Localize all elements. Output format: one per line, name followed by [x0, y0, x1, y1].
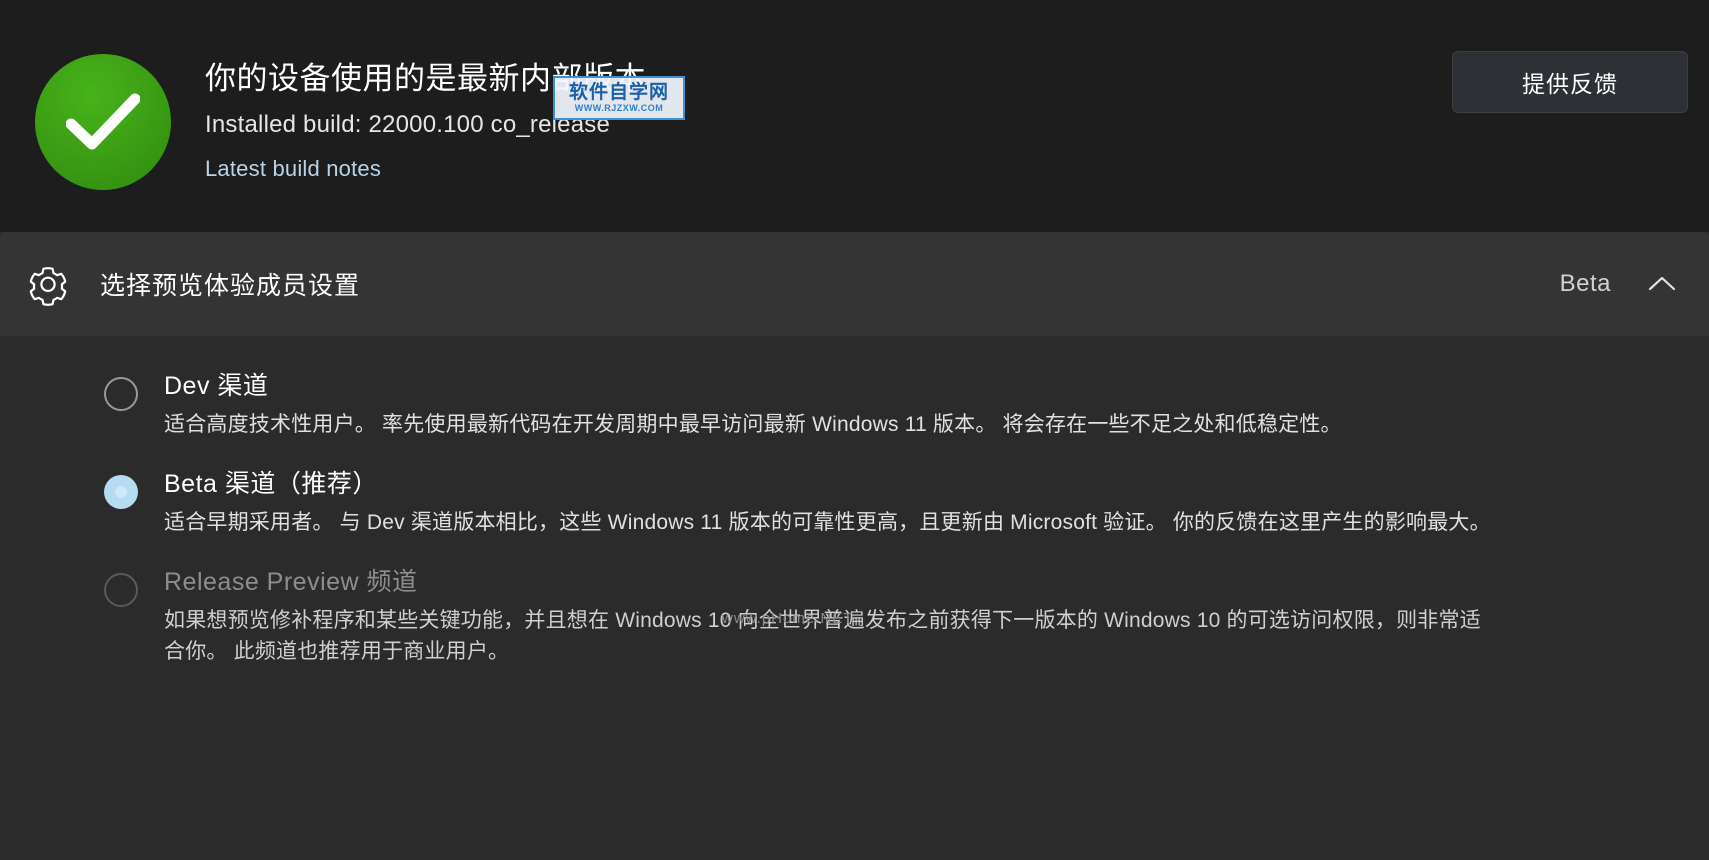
insider-settings-title: 选择预览体验成员设置 — [100, 272, 361, 300]
channel-title-beta: Beta 渠道（推荐） — [164, 470, 378, 499]
channel-title-release-preview: Release Preview 频道 — [164, 568, 418, 597]
channel-option-dev-text: Dev 渠道 适合高度技术性用户。 率先使用最新代码在开发周期中最早访问最新 W… — [164, 372, 1669, 440]
channel-title-dev: Dev 渠道 — [164, 372, 269, 400]
channel-options-list: Dev 渠道 适合高度技术性用户。 率先使用最新代码在开发周期中最早访问最新 W… — [0, 336, 1709, 667]
gear-icon — [22, 262, 74, 306]
selected-channel-value: Beta — [1559, 270, 1611, 297]
latest-build-notes-link[interactable]: Latest build notes — [205, 156, 381, 182]
channel-option-release-preview-text: Release Preview 频道 如果想预览修补程序和某些关键功能，并且想在… — [164, 568, 1669, 667]
radio-beta-inner-dot — [112, 483, 130, 502]
update-status-banner: 你的设备使用的是最新内部版本 Installed build: 22000.10… — [0, 0, 1709, 232]
status-icon-container — [0, 46, 205, 190]
chevron-up-icon[interactable] — [1647, 275, 1677, 293]
installed-build-text: Installed build: 22000.100 co_release — [205, 110, 611, 138]
watermark-rjzxw-line1: 软件自学网 — [568, 82, 669, 103]
radio-release-preview — [104, 573, 138, 608]
watermark-rjzxw: 软件自学网 WWW.RJZXW.COM — [553, 76, 685, 120]
settings-page: 你的设备使用的是最新内部版本 Installed build: 22000.10… — [0, 0, 1709, 860]
channel-option-release-preview: Release Preview 频道 如果想预览修补程序和某些关键功能，并且想在… — [0, 568, 1709, 667]
watermark-phome: www.pHome.NET — [722, 610, 854, 627]
radio-dev[interactable] — [104, 377, 138, 411]
provide-feedback-button[interactable]: 提供反馈 — [1452, 51, 1688, 113]
channel-option-dev[interactable]: Dev 渠道 适合高度技术性用户。 率先使用最新代码在开发周期中最早访问最新 W… — [0, 372, 1709, 440]
insider-settings-header[interactable]: 选择预览体验成员设置 Beta — [0, 232, 1709, 336]
green-check-circle-icon — [34, 54, 171, 190]
channel-description-beta: 适合早期采用者。 与 Dev 渠道版本相比，这些 Windows 11 版本的可… — [164, 510, 1491, 534]
channel-option-beta-text: Beta 渠道（推荐） 适合早期采用者。 与 Dev 渠道版本相比，这些 Win… — [164, 470, 1669, 538]
watermark-rjzxw-line2: WWW.RJZXW.COM — [574, 103, 664, 113]
radio-beta[interactable] — [104, 475, 138, 510]
insider-settings-expander: 选择预览体验成员设置 Beta Dev 渠道 适合高度技术性用户。 率先使用最新… — [0, 232, 1709, 860]
channel-option-beta[interactable]: Beta 渠道（推荐） 适合早期采用者。 与 Dev 渠道版本相比，这些 Win… — [0, 470, 1709, 538]
channel-description-dev: 适合高度技术性用户。 率先使用最新代码在开发周期中最早访问最新 Windows … — [164, 412, 1342, 436]
